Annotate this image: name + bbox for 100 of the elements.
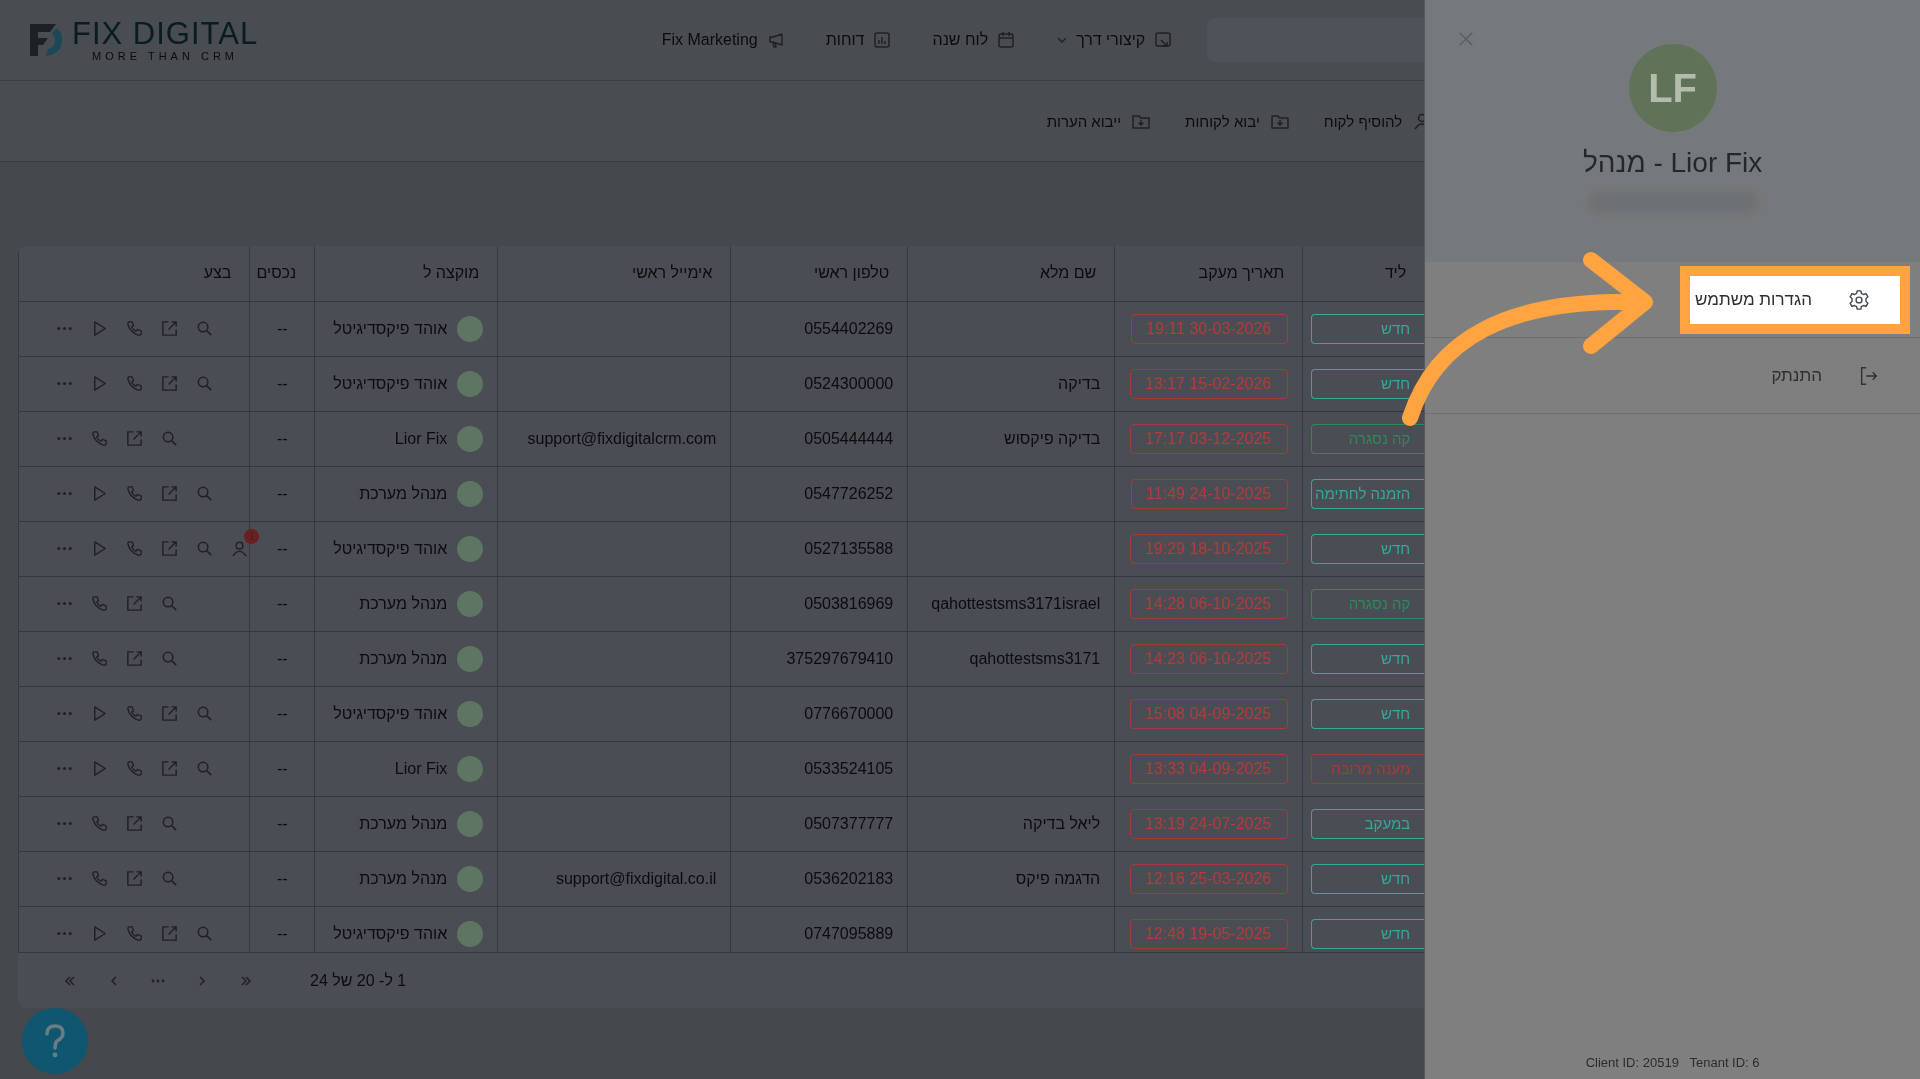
table-cell: מנהל מערכת <box>359 594 448 613</box>
avatar-icon <box>457 645 484 672</box>
search-icon[interactable] <box>160 814 179 834</box>
menu-item[interactable]: התנתק <box>1741 351 1910 400</box>
notification-badge: 1 <box>244 529 259 545</box>
external-link-icon[interactable] <box>160 484 179 504</box>
search-icon[interactable] <box>195 319 214 339</box>
logout-icon <box>1858 364 1880 387</box>
phone-icon[interactable] <box>90 649 109 669</box>
phone-icon[interactable] <box>125 484 144 504</box>
followup-date-tag: 14:23 06-10-2025 <box>1129 643 1289 674</box>
avatar-icon <box>457 920 484 947</box>
search-icon[interactable] <box>160 869 179 889</box>
toolbar-button[interactable]: ייבוא הערות <box>1046 111 1152 131</box>
shortcut-icon <box>1153 30 1174 50</box>
search-icon[interactable] <box>195 484 214 504</box>
gear-icon <box>1848 288 1870 311</box>
table-cell: בדיקה פיקסוש <box>1003 429 1101 448</box>
external-link-icon[interactable] <box>125 649 144 669</box>
table-cell: אוהד פיקסדיגיטל <box>333 374 448 393</box>
nav-link[interactable]: קיצורי דרך <box>1056 30 1174 50</box>
table-cell: מנהל מערכת <box>359 649 448 668</box>
phone-icon[interactable] <box>125 539 144 559</box>
table-cell: אוהד פיקסדיגיטל <box>333 539 448 558</box>
followup-date-tag: 15:08 04-09-2025 <box>1129 698 1289 729</box>
phone-icon[interactable] <box>125 759 144 779</box>
phone-icon[interactable] <box>90 869 109 889</box>
external-link-icon[interactable] <box>160 319 179 339</box>
external-link-icon[interactable] <box>160 539 179 559</box>
external-link-icon[interactable] <box>160 374 179 394</box>
user-icon[interactable] <box>230 539 249 559</box>
table-cell: qahottestsms3171israel <box>931 594 1101 613</box>
external-link-icon[interactable] <box>160 924 179 944</box>
search-icon[interactable] <box>195 374 214 394</box>
column-header: בצע <box>203 264 232 283</box>
external-link-icon[interactable] <box>125 594 144 614</box>
external-link-icon[interactable] <box>160 759 179 779</box>
close-icon[interactable] <box>1457 30 1476 48</box>
search-icon[interactable] <box>195 704 214 724</box>
table-cell: אוהד פיקסדיגיטל <box>333 319 448 338</box>
search-icon[interactable] <box>195 759 214 779</box>
column-header: מוקצה ל <box>422 264 480 283</box>
table-cell: support@fixdigital.co.il <box>555 869 717 888</box>
table-cell: 0547726252 <box>804 484 894 503</box>
table-cell: 0776670000 <box>804 704 894 723</box>
external-link-icon[interactable] <box>125 429 144 449</box>
table-cell: -- <box>276 374 288 393</box>
table-cell: 0527135588 <box>804 539 894 558</box>
user-name: Lior Fix - מנהל <box>1582 147 1763 179</box>
search-icon[interactable] <box>195 924 214 944</box>
table-cell: מנהל מערכת <box>359 869 448 888</box>
table-cell: אוהד פיקסדיגיטל <box>333 704 448 723</box>
avatar-icon <box>457 480 484 507</box>
table-cell: -- <box>276 484 288 503</box>
column-header: נכסים <box>256 264 297 283</box>
menu-item[interactable]: הגדרות משתמש <box>1680 265 1910 334</box>
table-cell: 0503816969 <box>804 594 894 613</box>
toolbar-button[interactable]: יבוא לקוחות <box>1185 111 1290 131</box>
table-cell: מנהל מערכת <box>359 484 448 503</box>
phone-icon[interactable] <box>125 924 144 944</box>
column-header: תאריך מעקב <box>1198 264 1285 283</box>
avatar-icon <box>457 425 484 452</box>
phone-icon[interactable] <box>90 594 109 614</box>
calendar-icon <box>996 30 1017 50</box>
search-field[interactable] <box>1207 18 1425 62</box>
table-cell: support@fixdigitalcrm.com <box>527 429 717 448</box>
user-avatar: LF <box>1628 44 1717 132</box>
avatar-icon <box>457 590 484 617</box>
phone-icon[interactable] <box>125 319 144 339</box>
nav-link[interactable]: Fix Marketing <box>661 30 786 50</box>
table-cell: 0747095889 <box>804 924 894 943</box>
nav-link[interactable]: לוח שנה <box>932 30 1017 50</box>
avatar-icon <box>457 370 484 397</box>
table-cell: מנהל מערכת <box>359 814 448 833</box>
followup-date-tag: 19:29 18-10-2025 <box>1129 533 1289 564</box>
help-button[interactable] <box>22 1008 88 1074</box>
followup-date-tag: 11:49 24-10-2025 <box>1131 478 1289 509</box>
external-link-icon[interactable] <box>125 869 144 889</box>
table-cell: ליאל בדיקה <box>1022 814 1101 833</box>
toolbar-button[interactable]: להוסיף לקוח <box>1323 111 1425 131</box>
table-cell: -- <box>276 869 288 888</box>
table-cell: -- <box>276 924 288 943</box>
phone-icon[interactable] <box>125 374 144 394</box>
external-link-icon[interactable] <box>125 814 144 834</box>
followup-date-tag: 13:17 15-02-2026 <box>1129 368 1289 399</box>
external-link-icon[interactable] <box>160 704 179 724</box>
phone-icon[interactable] <box>90 429 109 449</box>
search-icon[interactable] <box>160 649 179 669</box>
search-icon[interactable] <box>160 594 179 614</box>
column-header: טלפון ראשי <box>814 264 890 283</box>
table-cell: Lior Fix <box>394 759 448 778</box>
phone-icon[interactable] <box>125 704 144 724</box>
search-icon[interactable] <box>160 429 179 449</box>
followup-date-tag: 17:17 03-12-2025 <box>1129 423 1289 454</box>
phone-icon[interactable] <box>90 814 109 834</box>
table-cell: הדגמה פיקס <box>1015 869 1101 888</box>
nav-link[interactable]: דוחות <box>825 30 893 50</box>
brand-name: FIX DIGITAL <box>72 18 259 50</box>
search-icon[interactable] <box>195 539 214 559</box>
table-cell: 375297679410 <box>786 649 894 668</box>
